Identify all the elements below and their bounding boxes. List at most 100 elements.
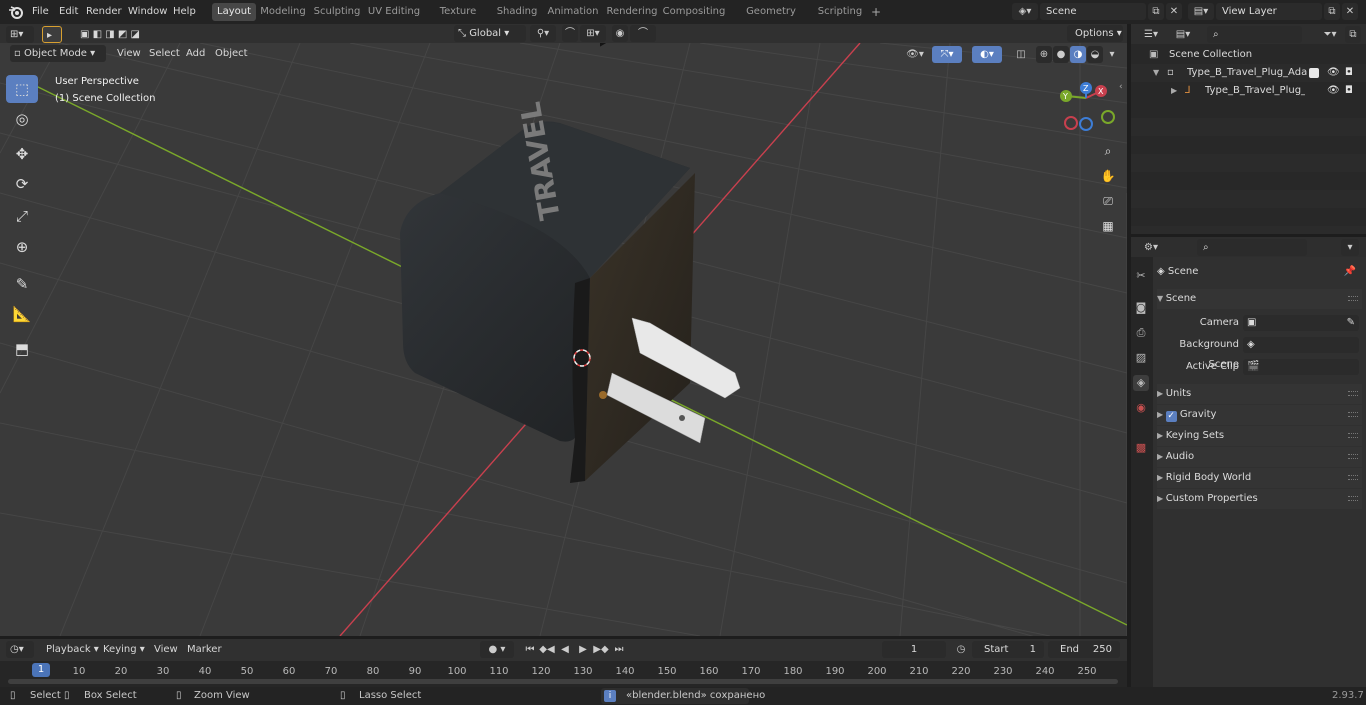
add-workspace-button[interactable]: + (868, 3, 884, 21)
menu-add[interactable]: Add (182, 45, 209, 62)
travel-adapter-model[interactable]: TRAVEL (400, 43, 741, 483)
menu-select[interactable]: Select (145, 45, 184, 62)
new-collection-icon[interactable]: ⧉ (1345, 26, 1361, 43)
tab-animation[interactable]: Animation (544, 3, 602, 21)
select-tweak-icon[interactable]: ▸ (42, 26, 62, 43)
exclude-checkbox[interactable] (1309, 68, 1319, 78)
menu-file[interactable]: File (30, 3, 51, 20)
viewport-scene[interactable]: TRAVEL (0, 43, 1127, 636)
proportional-edit-icon[interactable]: ◉ (612, 25, 628, 42)
expand-arrow-icon[interactable]: ▼ (1153, 64, 1159, 82)
drag-grip-icon-3[interactable] (1348, 412, 1358, 417)
timeline-view-menu[interactable]: View (150, 641, 182, 658)
tab-sculpting[interactable]: Sculpting (312, 3, 362, 21)
keying-sets-subpanel[interactable]: ▶ Keying Sets (1157, 426, 1362, 446)
prev-keyframe-icon[interactable]: ◆◀ (539, 641, 555, 658)
tab-rendering[interactable]: Rendering (606, 3, 658, 21)
scale-tool-icon[interactable]: ⤢ (6, 202, 38, 230)
world-tab-icon[interactable]: ◉ (1133, 400, 1149, 416)
selection-mode-icons[interactable]: ▣ ◧ ◨ ◩ ◪ (76, 26, 162, 43)
camera-view-icon[interactable]: ⎚ (1097, 190, 1119, 212)
drag-grip-icon[interactable] (1348, 296, 1358, 301)
tab-compositing[interactable]: Compositing (662, 3, 726, 21)
eye-icon-2[interactable]: 👁 (1327, 82, 1340, 100)
tab-modeling[interactable]: Modeling (258, 3, 308, 21)
snap-toggle-icon[interactable]: ⌒ (562, 25, 578, 42)
timeline-ruler[interactable]: 1 10 20 30 40 50 60 70 80 90 100 110 120… (0, 661, 1127, 687)
keying-menu[interactable]: Keying ▾ (99, 641, 149, 658)
transform-tool-icon[interactable]: ⊕ (6, 233, 38, 261)
view-layer-field[interactable]: View Layer (1216, 3, 1322, 20)
playhead-indicator[interactable]: 1 (32, 663, 50, 677)
drag-grip-icon-4[interactable] (1348, 433, 1358, 438)
object-mode-dropdown-2[interactable]: ▫ Object Mode ▾ (10, 45, 106, 62)
new-view-layer-icon[interactable]: ⧉ (1324, 3, 1340, 20)
units-subpanel[interactable]: ▶ Units (1157, 384, 1362, 404)
blender-logo-icon[interactable] (8, 4, 24, 20)
scene-section-header[interactable]: ▼ Scene (1157, 289, 1362, 309)
drag-grip-icon-7[interactable] (1348, 496, 1358, 501)
tab-geometry-nodes[interactable]: Geometry Nodes (730, 3, 812, 35)
scene-browse-icon[interactable]: ◈▾ (1012, 3, 1038, 20)
tool-tab-icon[interactable]: ✂ (1133, 268, 1149, 284)
delete-view-layer-icon[interactable]: ✕ (1342, 3, 1358, 20)
output-tab-icon[interactable]: ⎙ (1133, 325, 1149, 341)
outliner-search-input[interactable]: ⌕ (1207, 26, 1302, 43)
audio-subpanel[interactable]: ▶ Audio (1157, 447, 1362, 467)
end-frame-field[interactable]: End 250 (1048, 641, 1120, 658)
jump-end-icon[interactable]: ⏭ (611, 641, 627, 658)
menu-object[interactable]: Object (211, 45, 252, 62)
pin-icon[interactable]: 📌 (1344, 262, 1356, 282)
drag-grip-icon-5[interactable] (1348, 454, 1358, 459)
filter-icon[interactable]: ⏷▾ (1317, 26, 1343, 43)
properties-editor-type-icon[interactable]: ⚙▾ (1137, 239, 1165, 256)
properties-search-input[interactable]: ⌕ (1197, 239, 1307, 256)
properties-options-icon[interactable]: ▾ (1341, 239, 1359, 256)
annotate-tool-icon[interactable]: ✎ (6, 270, 38, 298)
custom-properties-subpanel[interactable]: ▶ Custom Properties (1157, 489, 1362, 509)
preview-range-icon[interactable]: ◷ (952, 641, 970, 658)
neg-x-handle[interactable] (1064, 116, 1078, 130)
play-icon[interactable]: ▶ (575, 641, 591, 658)
select-box-tool-icon[interactable]: ⬚ (6, 75, 38, 103)
view-layer-browse-icon[interactable]: ▤▾ (1188, 3, 1214, 20)
current-frame-field[interactable]: 1 (882, 641, 946, 658)
drag-grip-icon-6[interactable] (1348, 475, 1358, 480)
render-tab-icon[interactable]: ◙ (1133, 300, 1149, 316)
camera-render-icon[interactable]: ◘ (1345, 64, 1353, 82)
texture-tab-icon[interactable]: ▩ (1133, 440, 1149, 456)
scene-name-field[interactable]: Scene (1040, 3, 1146, 20)
camera-field[interactable]: ▣ ✎ (1243, 315, 1359, 331)
active-clip-field[interactable]: 🎬 (1243, 359, 1359, 375)
rotate-tool-icon[interactable]: ⟳ (6, 170, 38, 198)
view-layer-tab-icon[interactable]: ▨ (1133, 350, 1149, 366)
add-cube-tool-icon[interactable]: ⬒ (6, 335, 38, 363)
measure-tool-icon[interactable]: 📐 (6, 300, 38, 328)
menu-render[interactable]: Render (84, 3, 124, 20)
start-frame-field[interactable]: Start 1 (972, 641, 1044, 658)
drag-grip-icon-2[interactable] (1348, 391, 1358, 396)
neg-y-handle[interactable] (1101, 110, 1115, 124)
eyedropper-icon[interactable]: ✎ (1347, 315, 1355, 331)
options-dropdown[interactable]: Options ▾ (1067, 25, 1123, 42)
auto-keying-icon[interactable]: ● ▾ (480, 641, 514, 658)
background-scene-field[interactable]: ◈ (1243, 337, 1359, 353)
scene-tab-icon[interactable]: ◈ (1133, 375, 1149, 391)
move-tool-icon[interactable]: ✥ (6, 140, 38, 168)
display-mode-icon[interactable]: ▤▾ (1169, 26, 1197, 43)
navigation-gizmo[interactable]: X Y Z (1058, 80, 1118, 132)
playback-menu[interactable]: Playback ▾ (42, 641, 103, 658)
eye-icon[interactable]: 👁 (1327, 64, 1340, 82)
cursor-tool-icon[interactable]: ◎ (6, 105, 38, 133)
3d-viewport[interactable]: TRAVEL User Perspective (1) Scene Collec… (0, 43, 1127, 636)
pan-view-icon[interactable]: ✋ (1097, 165, 1119, 187)
play-reverse-icon[interactable]: ◀ (557, 641, 573, 658)
gravity-checkbox[interactable]: ✓ (1165, 411, 1177, 422)
perspective-toggle-icon[interactable]: ▦ (1097, 215, 1119, 237)
proportional-falloff-icon[interactable]: ⌒ (630, 25, 656, 42)
outliner-row-scene-collection[interactable]: ▣ Scene Collection (1131, 46, 1366, 64)
zoom-view-icon[interactable]: ⌕ (1097, 140, 1119, 162)
outliner-editor-type-icon[interactable]: ☰▾ (1137, 26, 1165, 43)
transform-orientation-dropdown[interactable]: ⤡ Global ▾ (454, 25, 526, 42)
camera-render-icon-2[interactable]: ◘ (1345, 82, 1353, 100)
